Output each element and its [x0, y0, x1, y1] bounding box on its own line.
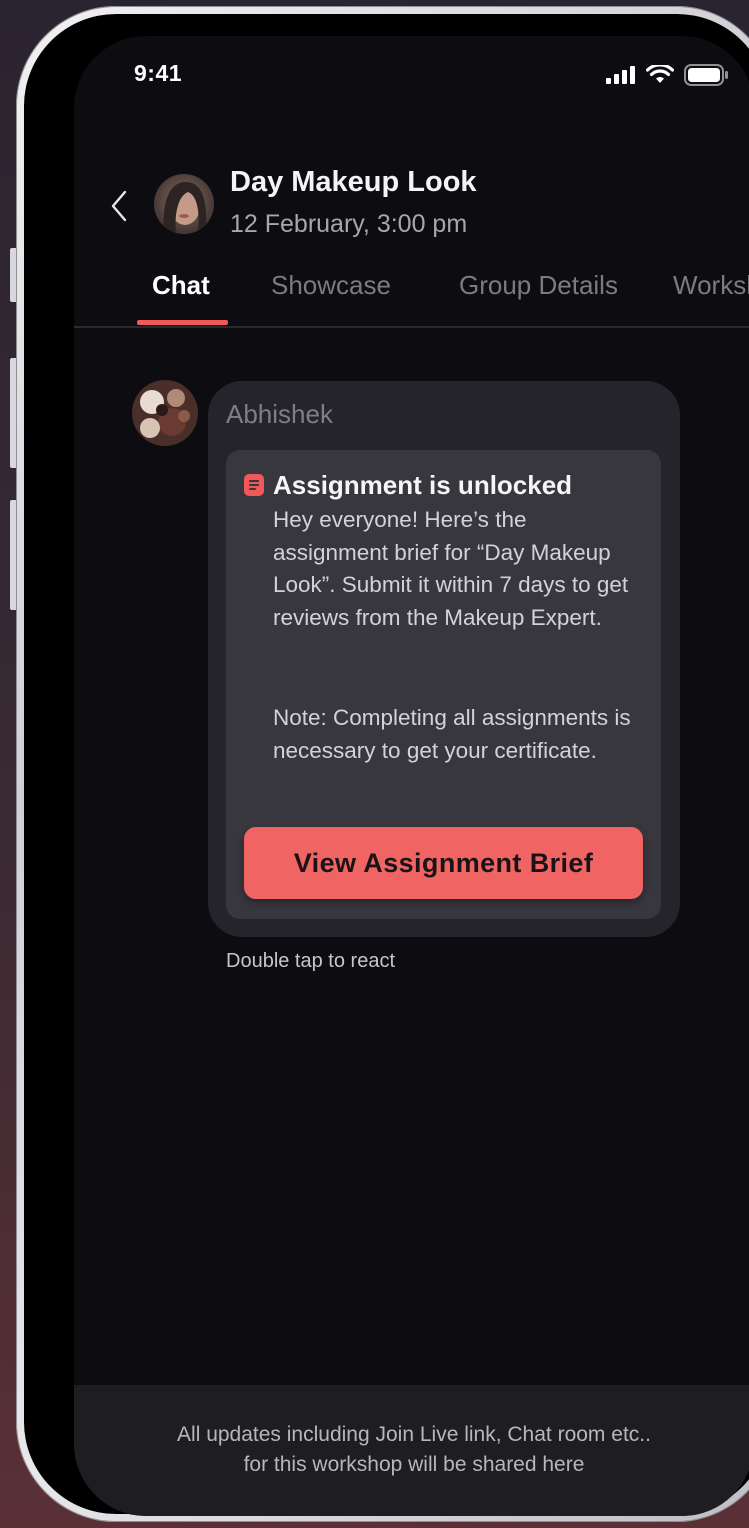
card-note: Note: Completing all assignments is nece…: [273, 705, 631, 763]
message-bubble[interactable]: Abhishek Assignment is unlocked Hey ever…: [208, 381, 680, 937]
group-avatar[interactable]: [154, 174, 214, 234]
active-tab-indicator: [137, 320, 228, 325]
group-avatar-image: [154, 174, 214, 234]
footer-line-1: All updates including Join Live link, Ch…: [177, 1423, 651, 1446]
back-button[interactable]: [104, 186, 134, 226]
tab-workshop[interactable]: Workshop: [673, 270, 749, 301]
info-footer: All updates including Join Live link, Ch…: [74, 1385, 749, 1516]
footer-line-2: for this workshop will be shared here: [243, 1452, 585, 1476]
tab-bar: Chat Showcase Group Details Workshop: [74, 264, 749, 328]
screen: 9:41 Day Makeup Look 12 February, 3:00 p…: [74, 36, 749, 1516]
chevron-left-icon: [111, 190, 127, 222]
signal-icon: [606, 66, 635, 84]
tab-chat[interactable]: Chat: [152, 270, 210, 301]
view-assignment-brief-button[interactable]: View Assignment Brief: [244, 827, 643, 899]
page-title: Day Makeup Look: [230, 166, 477, 198]
wifi-icon: [646, 65, 674, 83]
react-hint: Double tap to react: [226, 950, 395, 972]
status-time: 9:41: [134, 60, 183, 86]
card-title: Assignment is unlocked: [273, 470, 573, 500]
battery-icon: [684, 64, 728, 86]
document-icon: [244, 474, 264, 496]
sender-avatar-image: [132, 380, 198, 446]
device-bezel: 9:41 Day Makeup Look 12 February, 3:00 p…: [24, 14, 749, 1516]
sender-name: Abhishek: [226, 399, 333, 429]
status-icons: [606, 64, 728, 86]
sender-avatar[interactable]: [132, 380, 198, 446]
footer-text: All updates including Join Live link, Ch…: [74, 1420, 749, 1479]
assignment-card: Assignment is unlocked Hey everyone! Her…: [226, 450, 661, 919]
tab-showcase[interactable]: Showcase: [271, 270, 391, 301]
page-subtitle: 12 February, 3:00 pm: [230, 210, 468, 238]
tab-group-details[interactable]: Group Details: [459, 270, 618, 301]
card-body: Hey everyone! Here’s the assignment brie…: [273, 507, 629, 631]
